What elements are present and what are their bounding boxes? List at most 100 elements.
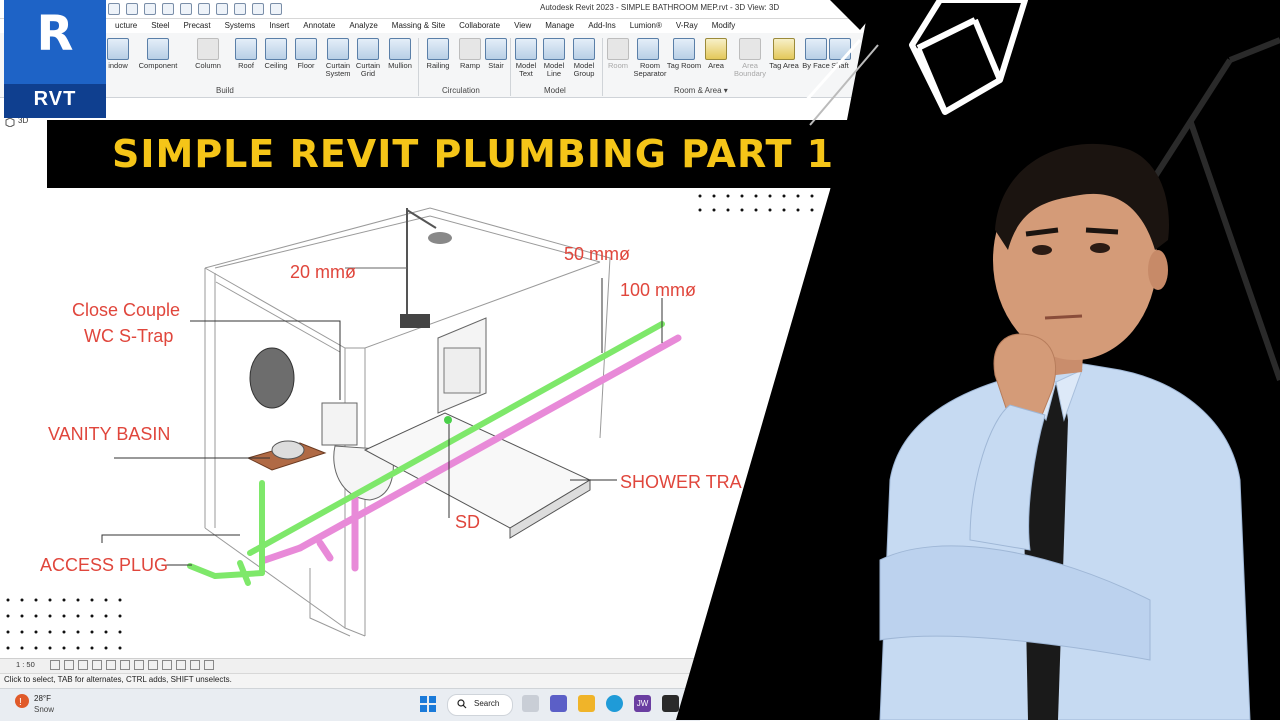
analytical-icon[interactable] (204, 660, 214, 670)
measure-icon[interactable] (162, 3, 174, 15)
tab-add-ins[interactable]: Add-Ins (581, 19, 623, 33)
windows-start-icon[interactable] (420, 696, 436, 712)
dimension-icon[interactable] (180, 3, 192, 15)
weather-icon[interactable]: ! (14, 693, 30, 709)
3d-view-icon[interactable] (216, 3, 228, 15)
column-tool[interactable]: Column (190, 36, 226, 70)
tab-collaborate[interactable]: Collaborate (452, 19, 507, 33)
label-50mm: 50 mmø (564, 244, 630, 264)
detail-level-icon[interactable] (50, 660, 60, 670)
sun-path-icon[interactable] (78, 660, 88, 670)
tab-modify[interactable]: Modify (705, 19, 743, 33)
banner-title: SIMPLE REVIT PLUMBING PART 1 (112, 132, 835, 176)
svg-text:!: ! (19, 697, 22, 708)
tab-precast[interactable]: Precast (176, 19, 217, 33)
tab-analyze[interactable]: Analyze (342, 19, 384, 33)
crop-icon[interactable] (120, 660, 130, 670)
label-20mm: 20 mmø (290, 262, 356, 282)
component-tool[interactable]: Component (138, 36, 178, 70)
edge-browser-icon[interactable] (606, 695, 623, 712)
leader-lines (101, 278, 663, 566)
ceiling-icon (265, 38, 287, 60)
railing-tool[interactable]: Railing (420, 36, 456, 70)
tab-manage[interactable]: Manage (538, 19, 581, 33)
label-shower-tray: SHOWER TRA (620, 472, 742, 492)
task-view-icon[interactable] (522, 695, 539, 712)
label-vanity-basin: VANITY BASIN (48, 424, 170, 444)
tab-lumion[interactable]: Lumion® (623, 19, 669, 33)
temp-view-icon[interactable] (190, 660, 200, 670)
label-close-couple: Close Couple (72, 300, 180, 320)
annotations: 20 mmø 50 mmø 100 mmø Close Couple WC S-… (40, 244, 742, 575)
show-crop-icon[interactable] (134, 660, 144, 670)
model-panel: Model Text Model Line Model Group Model (508, 36, 604, 96)
teams-chat-icon[interactable] (550, 695, 567, 712)
revit-logo: R RVT (4, 0, 106, 118)
tab-insert[interactable]: Insert (262, 19, 296, 33)
weather-condition: Snow (34, 705, 55, 714)
jw-app-icon[interactable]: JW (634, 695, 651, 712)
room-icon (607, 38, 629, 60)
column-icon (197, 38, 219, 60)
curtain-grid-tool[interactable]: Curtain Grid (350, 36, 386, 78)
logo-letter: R (36, 6, 74, 62)
drawing-canvas[interactable]: 20 mmø 50 mmø 100 mmø Close Couple WC S-… (0, 188, 830, 658)
section-icon[interactable] (234, 3, 246, 15)
tag-room-tool[interactable]: Tag Room (666, 36, 702, 70)
model-group-tool[interactable]: Model Group (566, 36, 602, 78)
shadows-icon[interactable] (92, 660, 102, 670)
area-tool[interactable]: Area (698, 36, 734, 70)
mirror (249, 347, 295, 409)
circulation-panel-label: Circulation (442, 86, 480, 95)
search-icon (457, 699, 467, 709)
lock-view-icon[interactable] (148, 660, 158, 670)
close-hidden-icon[interactable] (270, 3, 282, 15)
room-area-panel: Room Room Separator Tag Room Area Area B… (600, 36, 860, 96)
file-explorer-icon[interactable] (578, 695, 595, 712)
vanity-basin (246, 440, 327, 471)
undo-icon[interactable] (108, 3, 120, 15)
model-panel-label: Model (544, 86, 566, 95)
room-separator-icon (637, 38, 659, 60)
stair-icon (485, 38, 507, 60)
label-access-plug: ACCESS PLUG (40, 555, 168, 575)
print-icon[interactable] (144, 3, 156, 15)
label-wc-s-trap: WC S-Trap (84, 326, 173, 346)
tab-systems[interactable]: Systems (218, 19, 263, 33)
shaft-tool[interactable]: Shaft (822, 36, 858, 70)
tab-steel[interactable]: Steel (144, 19, 176, 33)
tag-area-tool[interactable]: Tag Area (766, 36, 802, 70)
mullion-tool[interactable]: Mullion (382, 36, 418, 70)
thin-lines-icon[interactable] (252, 3, 264, 15)
search-label: Search (474, 699, 500, 708)
windows-taskbar (0, 688, 700, 721)
3d-view-icon (5, 117, 15, 127)
view-scale[interactable]: 1 : 50 (16, 660, 35, 669)
hide-isolate-icon[interactable] (162, 660, 172, 670)
room-area-panel-label[interactable]: Room & Area ▾ (674, 86, 728, 95)
weather-temperature: 28°F (34, 694, 51, 703)
redo-icon[interactable] (126, 3, 138, 15)
tab-vray[interactable]: V-Ray (669, 19, 705, 33)
tag-room-icon (673, 38, 695, 60)
room-separator-tool[interactable]: Room Separator (630, 36, 666, 78)
quick-access-toolbar (108, 2, 282, 16)
window-icon (107, 38, 129, 60)
area-boundary-icon (739, 38, 761, 60)
text-icon[interactable] (198, 3, 210, 15)
mullion-icon (389, 38, 411, 60)
floor-tool[interactable]: Floor (288, 36, 324, 70)
model-group-icon (573, 38, 595, 60)
label-sd: SD (455, 512, 480, 532)
app-icon[interactable] (662, 695, 679, 712)
tab-view[interactable]: View (507, 19, 538, 33)
visual-style-icon[interactable] (64, 660, 74, 670)
build-panel: indow Component Column Roof Ceiling Floo… (100, 36, 418, 96)
tab-structure[interactable]: ucture (108, 19, 144, 33)
tab-massing-site[interactable]: Massing & Site (385, 19, 452, 33)
logo-text: RVT (33, 88, 77, 110)
tab-annotate[interactable]: Annotate (296, 19, 342, 33)
render-icon[interactable] (106, 660, 116, 670)
reveal-hidden-icon[interactable] (176, 660, 186, 670)
area-boundary-tool[interactable]: Area Boundary (732, 36, 768, 78)
